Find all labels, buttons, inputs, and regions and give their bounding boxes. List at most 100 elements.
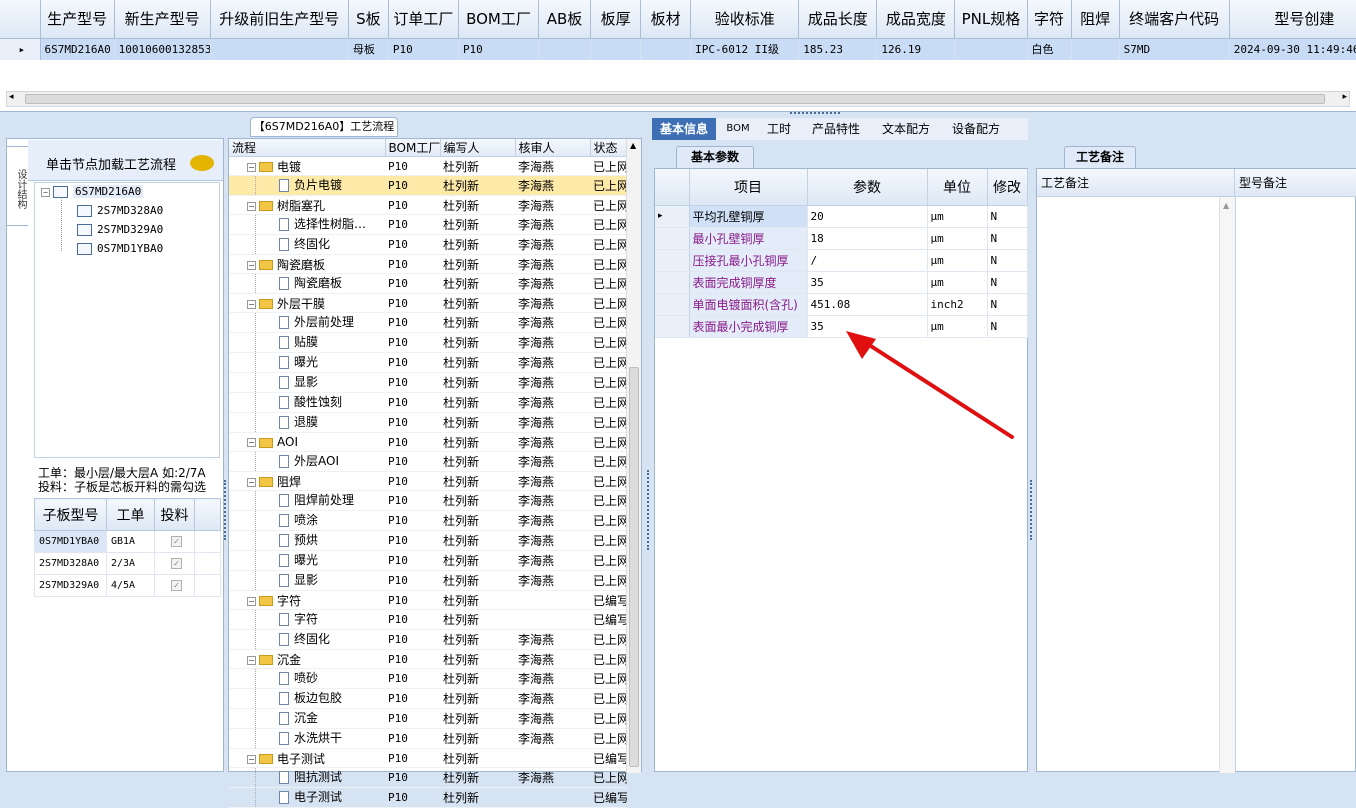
param-row[interactable]: ▸ 平均孔壁铜厚 20 μm N bbox=[655, 205, 1028, 228]
subboard-model[interactable]: 2S7MD328A0 bbox=[34, 552, 107, 575]
row-selector[interactable]: ▸ bbox=[655, 205, 690, 228]
process-row[interactable]: 退膜 P10 杜列新 李海燕 已上网 bbox=[229, 412, 627, 433]
collapse-icon[interactable]: − bbox=[247, 162, 256, 172]
collapse-icon[interactable]: − bbox=[41, 187, 50, 197]
param-value[interactable]: 18 bbox=[807, 227, 928, 250]
col-flow[interactable]: 流程 bbox=[229, 139, 386, 157]
subboard-model[interactable]: 2S7MD329A0 bbox=[34, 574, 107, 597]
scroll-right-icon[interactable]: ▸ bbox=[1342, 92, 1347, 102]
process-row[interactable]: 酸性蚀刻 P10 杜列新 李海燕 已上网 bbox=[229, 392, 627, 413]
grid-cell[interactable]: 2024-09-30 11:49:46 bbox=[1229, 38, 1356, 60]
col-header[interactable]: 成品宽度 bbox=[876, 0, 956, 39]
col-header[interactable]: 板厚 bbox=[590, 0, 642, 39]
process-row[interactable]: 终固化 P10 杜列新 李海燕 已上网 bbox=[229, 629, 627, 650]
tree-node[interactable]: 2S7MD328A0 bbox=[77, 202, 163, 220]
process-row[interactable]: 沉金 P10 杜列新 李海燕 已上网 bbox=[229, 708, 627, 729]
tab-basic-info[interactable]: 基本信息 bbox=[652, 118, 716, 140]
col-modify[interactable]: 修改 bbox=[987, 169, 1028, 206]
collapse-icon[interactable]: − bbox=[247, 754, 256, 764]
tab-text-recipe[interactable]: 文本配方 bbox=[874, 118, 938, 140]
row-selector[interactable]: ▸ bbox=[0, 38, 41, 60]
col-header[interactable]: 成品长度 bbox=[798, 0, 878, 39]
grid-cell[interactable] bbox=[1071, 38, 1120, 60]
col-header[interactable]: 阻焊 bbox=[1071, 0, 1120, 39]
process-row[interactable]: 显影 P10 杜列新 李海燕 已上网 bbox=[229, 570, 627, 591]
process-row[interactable]: 曝光 P10 杜列新 李海燕 已上网 bbox=[229, 550, 627, 571]
process-row[interactable]: 电子测试 P10 杜列新 已编写 bbox=[229, 787, 627, 808]
grid-cell[interactable] bbox=[640, 38, 692, 60]
process-row[interactable]: 负片电镀 P10 杜列新 李海燕 已上网 bbox=[229, 175, 627, 196]
collapse-icon[interactable]: − bbox=[247, 596, 256, 606]
grid-cell[interactable]: P10 bbox=[458, 38, 540, 60]
process-row[interactable]: 贴膜 P10 杜列新 李海燕 已上网 bbox=[229, 332, 627, 353]
grid-cell[interactable] bbox=[590, 38, 642, 60]
collapse-icon[interactable]: − bbox=[247, 438, 256, 447]
order-code[interactable]: 2/3A bbox=[106, 552, 155, 575]
process-row[interactable]: 水洗烘干 P10 杜列新 李海燕 已上网 bbox=[229, 728, 627, 749]
row-selector[interactable] bbox=[655, 315, 690, 338]
process-row[interactable]: − 字符 P10 杜列新 已编写 bbox=[229, 590, 627, 610]
process-row[interactable]: 曝光 P10 杜列新 李海燕 已上网 bbox=[229, 352, 627, 373]
table-row[interactable]: 0S7MD1YBA0 GB1A ✓ bbox=[34, 530, 221, 553]
grid-cell[interactable]: IPC-6012 II级 bbox=[690, 38, 800, 60]
tab-design-structure[interactable]: 设计结构 bbox=[6, 146, 28, 226]
table-row[interactable]: 2S7MD329A0 4/5A ✓ bbox=[34, 574, 221, 597]
tree-node[interactable]: 2S7MD329A0 bbox=[77, 221, 163, 239]
process-row[interactable]: − 沉金 P10 杜列新 李海燕 已上网 bbox=[229, 649, 627, 669]
splitter-grip-icon[interactable] bbox=[1030, 480, 1033, 540]
col-header[interactable]: 终端客户代码 bbox=[1119, 0, 1230, 39]
col-header[interactable]: 型号创建 bbox=[1229, 0, 1356, 39]
param-row[interactable]: 表面完成铜厚度 35 μm N bbox=[655, 271, 1028, 294]
process-row[interactable]: − 外层干膜 P10 杜列新 李海燕 已上网 bbox=[229, 293, 627, 313]
tree-root-node[interactable]: −6S7MD216A0 bbox=[41, 183, 144, 201]
process-row[interactable]: 终固化 P10 杜列新 李海燕 已上网 bbox=[229, 234, 627, 255]
process-row[interactable]: 字符 P10 杜列新 已编写 bbox=[229, 609, 627, 630]
process-row[interactable]: − 阻焊 P10 杜列新 李海燕 已上网 bbox=[229, 471, 627, 491]
grid-cell[interactable]: 185.23 bbox=[798, 38, 878, 60]
process-row[interactable]: 外层AOI P10 杜列新 李海燕 已上网 bbox=[229, 451, 627, 472]
col-order[interactable]: 工单 bbox=[106, 498, 155, 531]
tab-process-flow[interactable]: 【6S7MD216A0】工艺流程 bbox=[250, 117, 398, 137]
tab-basic-params[interactable]: 基本参数 bbox=[676, 146, 754, 168]
subboard-model[interactable]: 0S7MD1YBA0 bbox=[34, 530, 107, 553]
process-row[interactable]: 外层前处理 P10 杜列新 李海燕 已上网 bbox=[229, 312, 627, 333]
col-process-notes[interactable]: 工艺备注 bbox=[1037, 169, 1235, 197]
tab-equipment-recipe[interactable]: 设备配方 bbox=[944, 118, 1008, 140]
col-writer[interactable]: 编写人 bbox=[440, 139, 516, 157]
process-row[interactable]: 喷涂 P10 杜列新 李海燕 已上网 bbox=[229, 510, 627, 531]
grid-cell[interactable]: 母板 bbox=[348, 38, 389, 60]
col-model-notes[interactable]: 型号备注 bbox=[1235, 169, 1356, 197]
col-header[interactable]: BOM工厂 bbox=[458, 0, 540, 39]
col-item[interactable]: 项目 bbox=[689, 169, 808, 206]
param-row[interactable]: 压接孔最小孔铜厚 / μm N bbox=[655, 249, 1028, 272]
col-header[interactable]: 验收标准 bbox=[690, 0, 800, 39]
tab-man-hours[interactable]: 工时 bbox=[760, 118, 798, 140]
process-row[interactable]: 显影 P10 杜列新 李海燕 已上网 bbox=[229, 372, 627, 393]
col-header[interactable]: 升级前旧生产型号 bbox=[210, 0, 349, 39]
grid-cell[interactable]: 10010600132853 bbox=[114, 38, 211, 60]
process-row[interactable]: 预烘 P10 杜列新 李海燕 已上网 bbox=[229, 530, 627, 551]
col-header[interactable]: 订单工厂 bbox=[388, 0, 459, 39]
param-value[interactable]: 35 bbox=[807, 271, 928, 294]
grid-cell[interactable] bbox=[538, 38, 592, 60]
feed-checkbox[interactable]: ✓ bbox=[171, 536, 182, 547]
grid-cell[interactable]: 白色 bbox=[1027, 38, 1072, 60]
process-row[interactable]: 陶瓷磨板 P10 杜列新 李海燕 已上网 bbox=[229, 273, 627, 294]
param-row[interactable]: 单面电镀面积(含孔) 451.08 inch2 N bbox=[655, 293, 1028, 316]
feed-checkbox[interactable]: ✓ bbox=[171, 558, 182, 569]
process-row[interactable]: − 树脂塞孔 P10 杜列新 李海燕 已上网 bbox=[229, 195, 627, 215]
process-row[interactable]: 喷砂 P10 杜列新 李海燕 已上网 bbox=[229, 668, 627, 689]
row-selector[interactable] bbox=[655, 293, 690, 316]
col-header[interactable]: 生产型号 bbox=[40, 0, 115, 39]
param-value[interactable]: 20 bbox=[807, 205, 928, 228]
process-row[interactable]: − 电镀 P10 杜列新 李海燕 已上网 bbox=[229, 156, 627, 176]
row-selector[interactable] bbox=[655, 249, 690, 272]
collapse-icon[interactable]: − bbox=[247, 201, 256, 211]
notes-scrollbar[interactable]: ▲ bbox=[1219, 197, 1235, 773]
grid-cell[interactable]: P10 bbox=[388, 38, 459, 60]
tree-node[interactable]: 0S7MD1YBA0 bbox=[77, 240, 163, 258]
process-row[interactable]: 板边包胶 P10 杜列新 李海燕 已上网 bbox=[229, 688, 627, 709]
splitter-grip-icon[interactable] bbox=[790, 112, 840, 116]
process-row[interactable]: 阻焊前处理 P10 杜列新 李海燕 已上网 bbox=[229, 490, 627, 511]
col-subboard-model[interactable]: 子板型号 bbox=[34, 498, 107, 531]
